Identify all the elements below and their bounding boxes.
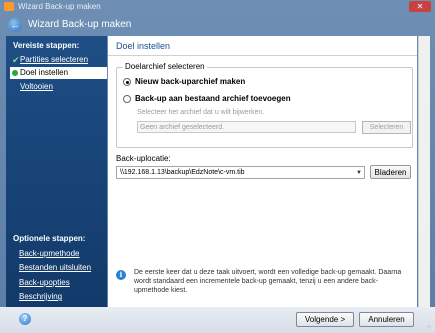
help-icon[interactable]: ? bbox=[19, 313, 31, 325]
archive-field: Geen archief geselecteerd. bbox=[137, 121, 356, 133]
close-button[interactable]: ✕ bbox=[409, 1, 431, 12]
current-step-icon bbox=[12, 70, 18, 76]
archive-help-text: Selecteer het archief dat u wilt bijwerk… bbox=[137, 109, 265, 116]
info-icon: i bbox=[116, 270, 126, 280]
optional-steps-title: Optionele stappen: bbox=[13, 234, 86, 243]
radio-new-archive[interactable] bbox=[123, 78, 131, 86]
window-title: Wizard Back-up maken bbox=[18, 2, 101, 11]
cancel-button[interactable]: Annuleren bbox=[359, 312, 414, 327]
select-archive-button: Selecteren bbox=[362, 121, 411, 134]
chevron-down-icon[interactable]: ▼ bbox=[356, 167, 362, 179]
sidebar-item-partities[interactable]: ✔ Partities selecteren bbox=[10, 54, 106, 66]
existing-archive-label[interactable]: Back-up aan bestaand archief toevoegen bbox=[135, 94, 291, 103]
archive-group: Doelarchief selecteren Nieuw back-uparch… bbox=[116, 62, 413, 148]
sidebar-item-doel[interactable]: Doel instellen bbox=[10, 67, 107, 79]
location-label: Back-uplocatie: bbox=[116, 154, 171, 163]
radio-existing-archive[interactable] bbox=[123, 95, 131, 103]
location-value: \\192.168.1.13\backup\EdzNote\c-vm.tib bbox=[120, 169, 245, 176]
wizard-window: Wizard Back-up maken ✕ ← Wizard Back-up … bbox=[0, 0, 435, 333]
info-box: i De eerste keer dat u deze taak uitvoer… bbox=[116, 268, 412, 300]
title-bar: Wizard Back-up maken ✕ bbox=[0, 0, 435, 14]
sidebar-item-label: Voltooien bbox=[20, 82, 53, 91]
location-combobox[interactable]: \\192.168.1.13\backup\EdzNote\c-vm.tib ▼ bbox=[116, 166, 365, 179]
sidebar-item-voltooien[interactable]: Voltooien bbox=[10, 81, 106, 93]
app-icon bbox=[4, 2, 14, 11]
sidebar-item-label: Doel instellen bbox=[20, 68, 69, 77]
sidebar-item-label: Partities selecteren bbox=[20, 55, 89, 64]
sidebar-item-uitsluiten[interactable]: Bestanden uitsluiten bbox=[19, 263, 91, 272]
new-archive-label[interactable]: Nieuw back-uparchief maken bbox=[135, 77, 245, 86]
check-icon: ✔ bbox=[12, 55, 20, 65]
page-title: Doel instellen bbox=[116, 41, 171, 51]
sidebar-item-backupmethode[interactable]: Back-upmethode bbox=[19, 249, 79, 258]
archive-group-legend: Doelarchief selecteren bbox=[123, 62, 207, 71]
divider bbox=[108, 55, 417, 56]
wizard-header: ← Wizard Back-up maken bbox=[6, 15, 429, 35]
browse-button[interactable]: Bladeren bbox=[370, 165, 411, 179]
sidebar-item-beschrijving[interactable]: Beschrijving bbox=[19, 292, 62, 301]
back-arrow-icon[interactable]: ← bbox=[8, 18, 22, 32]
wizard-header-title: Wizard Back-up maken bbox=[28, 19, 132, 30]
sidebar: Vereiste stappen: ✔ Partities selecteren… bbox=[6, 36, 107, 307]
next-button[interactable]: Volgende > bbox=[296, 312, 354, 327]
info-text: De eerste keer dat u deze taak uitvoert,… bbox=[134, 269, 402, 294]
footer-bar: ? Volgende > Annuleren ⁘ bbox=[0, 307, 435, 333]
scrollbar[interactable] bbox=[418, 36, 430, 307]
main-panel: Doel instellen Doelarchief selecteren Ni… bbox=[108, 36, 417, 307]
required-steps-title: Vereiste stappen: bbox=[13, 41, 80, 50]
sidebar-item-backupopties[interactable]: Back-upopties bbox=[19, 278, 70, 287]
resize-grip-icon[interactable]: ⁘ bbox=[426, 323, 432, 331]
